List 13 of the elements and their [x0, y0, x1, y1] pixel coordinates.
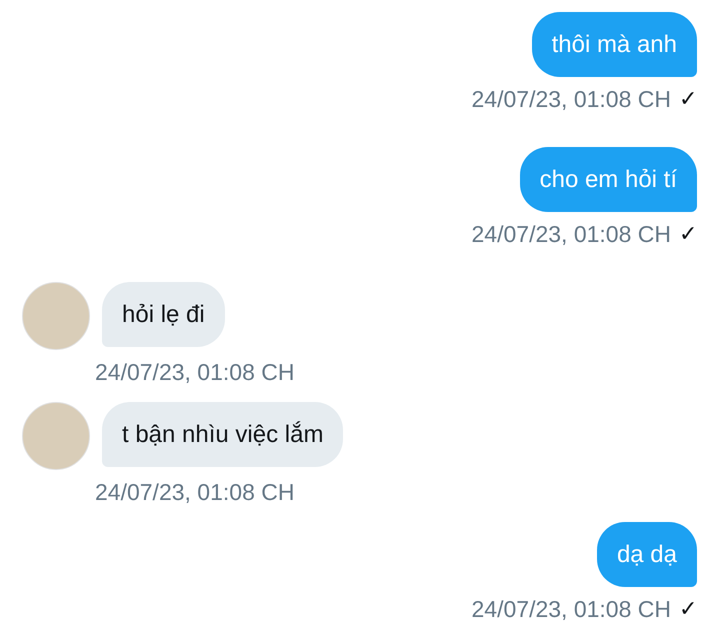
timestamp: 24/07/23, 01:08 CH — [472, 595, 671, 624]
message-bubble: dạ dạ — [596, 522, 697, 587]
message-bubble: t bận nhìu việc lắm — [102, 402, 344, 467]
sent-status: ✓ — [679, 85, 697, 113]
message-bubble: cho em hỏi tí — [520, 147, 697, 212]
sent-status: ✓ — [679, 220, 697, 248]
message-bubble: thôi mà anh — [532, 12, 697, 77]
timestamp: 24/07/23, 01:08 CH — [95, 358, 294, 387]
timestamp: 24/07/23, 01:08 CH — [95, 478, 294, 507]
timestamp: 24/07/23, 01:08 CH — [472, 220, 671, 249]
sent-status: ✓ — [679, 595, 697, 623]
message-bubble: hỏi lẹ đi — [102, 282, 225, 347]
timestamp: 24/07/23, 01:08 CH — [472, 85, 671, 114]
